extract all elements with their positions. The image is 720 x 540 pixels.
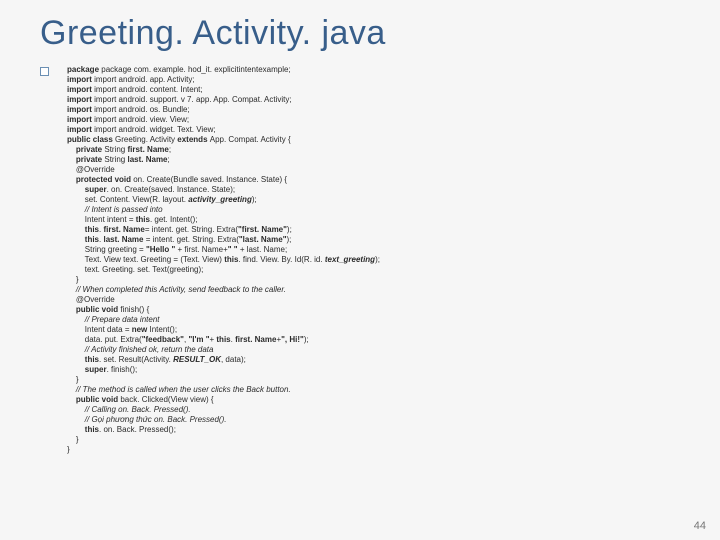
code-text: } <box>67 275 79 284</box>
kw-public-void: public void <box>67 305 120 314</box>
str-im: "I'm " <box>188 335 209 344</box>
code-text: Greeting. Activity <box>115 135 177 144</box>
code-text: ); <box>286 235 291 244</box>
view-id: text_greeting <box>325 255 375 264</box>
code-block: package package com. example. hod_it. ex… <box>67 65 380 455</box>
code-text: ); <box>375 255 380 264</box>
layout-id: activity_greeting <box>188 195 252 204</box>
str-first: "first. Name" <box>238 225 287 234</box>
kw-this: this <box>67 235 99 244</box>
kw-import: import <box>67 125 94 134</box>
code-text: Intent intent = <box>67 215 136 224</box>
code-text: . get. Intent(); <box>150 215 198 224</box>
page-title: Greeting. Activity. java <box>40 14 720 53</box>
kw-package: package <box>67 65 101 74</box>
code-text: . finish(); <box>107 365 138 374</box>
kw-import: import <box>67 115 94 124</box>
code-text: back. Clicked(View view) { <box>120 395 213 404</box>
str-space: " " <box>228 245 240 254</box>
code-text: finish() { <box>120 305 149 314</box>
code-text: ); <box>252 195 257 204</box>
code-text: . find. View. By. Id(R. id. <box>238 255 324 264</box>
code-text: . set. Result(Activity. <box>99 355 173 364</box>
kw-this: this <box>67 425 99 434</box>
kw-import: import <box>67 75 94 84</box>
code-text: package com. example. hod_it. explicitin… <box>101 65 290 74</box>
code-text: import android. app. Activity; <box>94 75 195 84</box>
code-text: import android. os. Bundle; <box>94 105 190 114</box>
field-last: last. Name <box>127 155 167 164</box>
kw-public-class: public class <box>67 135 115 144</box>
code-comment: // Intent is passed into <box>67 205 163 214</box>
code-text: } <box>67 435 79 444</box>
kw-super: super <box>67 185 107 194</box>
kw-super: super <box>67 365 107 374</box>
code-text: import android. content. Intent; <box>94 85 203 94</box>
str-feedback: "feedback" <box>142 335 184 344</box>
code-text: String <box>104 145 127 154</box>
code-text: + first. Name+ <box>178 245 228 254</box>
code-text: Intent data = <box>67 325 132 334</box>
kw-this: this <box>136 215 150 224</box>
code-comment: // Gọi phương thức on. Back. Pressed(). <box>67 415 226 424</box>
code-text: import android. widget. Text. View; <box>94 125 216 134</box>
field-first: first. Name <box>103 225 144 234</box>
kw-protected-void: protected void <box>67 175 133 184</box>
code-comment: // Prepare data intent <box>67 315 160 324</box>
code-text: = intent. get. String. Extra( <box>146 235 239 244</box>
code-text: App. Compat. Activity { <box>210 135 291 144</box>
code-comment: // Activity finished ok, return the data <box>67 345 213 354</box>
kw-import: import <box>67 85 94 94</box>
code-text: import android. support. v 7. app. App. … <box>94 95 291 104</box>
code-comment: // The method is called when the user cl… <box>67 385 291 394</box>
kw-this: this <box>224 255 238 264</box>
code-text: text. Greeting. set. Text(greeting); <box>67 265 203 274</box>
code-text: import android. view. View; <box>94 115 189 124</box>
code-text: @Override <box>67 295 115 304</box>
field-last: last. Name <box>103 235 145 244</box>
code-text: . on. Create(saved. Instance. State); <box>107 185 236 194</box>
str-hello: "Hello " <box>146 245 178 254</box>
slide: Greeting. Activity. java package package… <box>0 0 720 540</box>
code-comment: // Calling on. Back. Pressed(). <box>67 405 191 414</box>
code-text: Intent(); <box>150 325 178 334</box>
code-text: } <box>67 445 70 454</box>
page-number: 44 <box>694 520 706 532</box>
kw-private: private <box>67 155 104 164</box>
content-row: package package com. example. hod_it. ex… <box>40 65 720 455</box>
kw-private: private <box>67 145 104 154</box>
kw-this: this <box>67 225 99 234</box>
code-text: + last. Name; <box>240 245 287 254</box>
kw-this: this <box>216 335 230 344</box>
code-text: data. put. Extra( <box>67 335 142 344</box>
code-text: } <box>67 375 79 384</box>
code-text: . on. Back. Pressed(); <box>99 425 176 434</box>
kw-extends: extends <box>177 135 209 144</box>
str-hi: ", Hi!" <box>281 335 304 344</box>
code-text: String <box>104 155 127 164</box>
field-first: first. Name <box>127 145 168 154</box>
kw-public-void: public void <box>67 395 120 404</box>
code-comment: // When completed this Activity, send fe… <box>67 285 286 294</box>
kw-import: import <box>67 95 94 104</box>
kw-this: this <box>67 355 99 364</box>
code-text: set. Content. View(R. layout. <box>67 195 188 204</box>
kw-new: new <box>132 325 150 334</box>
code-text: Text. View text. Greeting = (Text. View) <box>67 255 224 264</box>
code-text: ); <box>287 225 292 234</box>
code-text: @Override <box>67 165 115 174</box>
kw-import: import <box>67 105 94 114</box>
const-result: RESULT_OK <box>173 355 221 364</box>
bullet-icon <box>40 67 49 76</box>
field-first: first. Name <box>235 335 276 344</box>
code-text: = intent. get. String. Extra( <box>145 225 238 234</box>
code-text: on. Create(Bundle saved. Instance. State… <box>133 175 287 184</box>
code-text: ); <box>304 335 309 344</box>
str-last: "last. Name" <box>239 235 287 244</box>
code-text: , data); <box>221 355 246 364</box>
code-text: String greeting = <box>67 245 146 254</box>
